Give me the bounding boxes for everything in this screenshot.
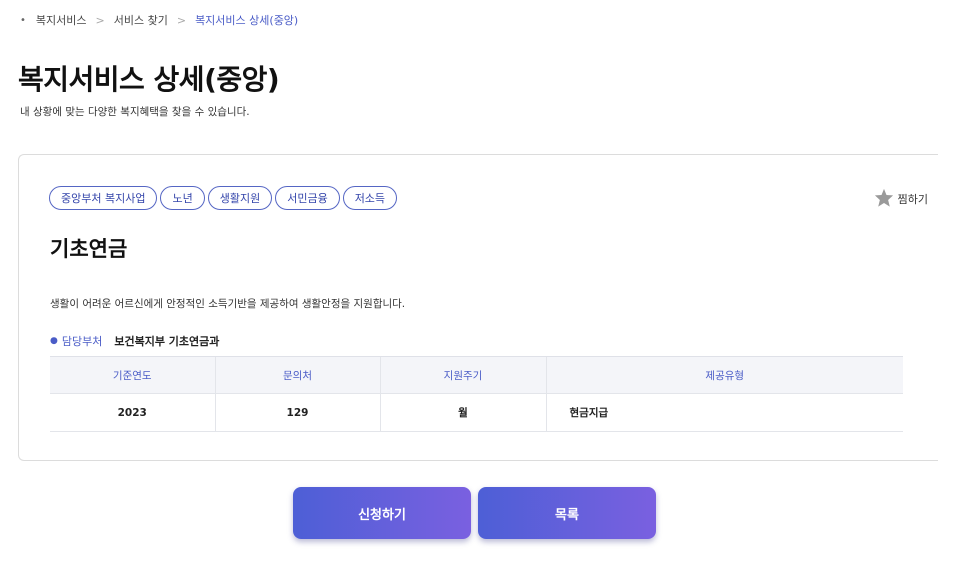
service-description: 생활이 어려운 어르신에게 안정적인 소득기반을 제공하여 생활안정을 지원합니… [50,298,406,310]
table-cell-base-year: 2023 [50,393,215,432]
table-header-row: 기준연도 문의처 지원주기 제공유형 [50,356,903,394]
table-cell-support-cycle: 월 [379,393,546,432]
service-title: 기초연금 [50,237,128,261]
breadcrumb-item-current: 복지서비스 상세(중앙) [195,14,299,27]
breadcrumb: • 복지서비스 > 서비스 찾기 > 복지서비스 상세(중앙) [20,12,298,28]
breadcrumb-separator: > [176,13,187,27]
table-header-base-year: 기준연도 [50,356,215,394]
table-cell-provision-type: 현금지급 [545,393,903,432]
table-header-provision-type: 제공유형 [545,356,903,394]
favorite-button[interactable]: 찜하기 [874,188,928,210]
service-info-table: 기준연도 문의처 지원주기 제공유형 2023 129 월 현금지급 [50,356,903,432]
favorite-label: 찜하기 [897,193,928,206]
bullet-icon: ● [50,336,58,346]
department-label: 담당부처 [61,335,103,348]
breadcrumb-item-find-service[interactable]: 서비스 찾기 [114,12,168,28]
tag-senior[interactable]: 노년 [160,186,205,210]
table-header-support-cycle: 지원주기 [379,356,546,394]
table-header-contact: 문의처 [214,356,380,394]
page-title: 복지서비스 상세(중앙) [18,63,280,96]
table-cell-contact: 129 [214,393,380,432]
breadcrumb-item-welfare-services[interactable]: 복지서비스 [36,12,87,28]
service-tags: 중앙부처 복지사업 노년 생활지원 서민금융 저소득 [49,186,398,210]
apply-button[interactable]: 신청하기 [293,487,471,539]
service-detail-card: 중앙부처 복지사업 노년 생활지원 서민금융 저소득 찜하기 기초연금 생활이 … [18,154,938,461]
department-info: ● 담당부처 보건복지부 기초연금과 [50,333,219,349]
table-row: 2023 129 월 현금지급 [50,393,903,432]
department-value: 보건복지부 기초연금과 [114,335,220,348]
star-icon [874,188,898,210]
tag-central-ministry[interactable]: 중앙부처 복지사업 [49,186,158,210]
breadcrumb-dot: • [20,14,26,26]
tag-low-income[interactable]: 저소득 [342,186,398,210]
list-button[interactable]: 목록 [478,487,656,539]
page-description: 내 상황에 맞는 다양한 복지혜택을 찾을 수 있습니다. [20,106,250,118]
tag-living-support[interactable]: 생활지원 [207,186,273,210]
breadcrumb-separator: > [95,13,105,27]
tag-low-income-finance[interactable]: 서민금융 [275,186,340,210]
